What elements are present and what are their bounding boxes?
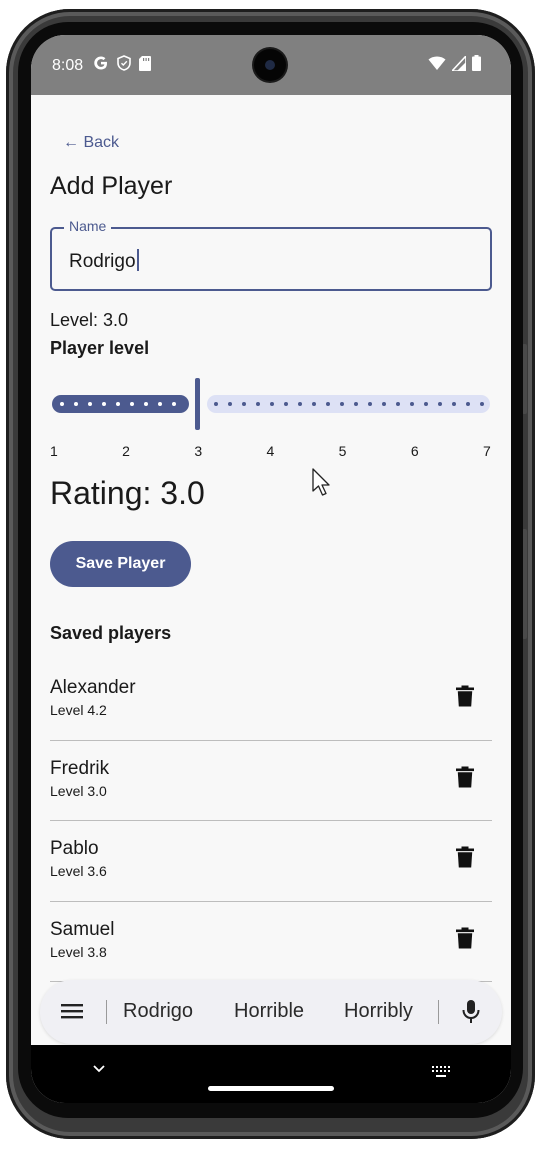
slider-step-dot bbox=[480, 402, 484, 406]
slider-step-dot bbox=[326, 402, 330, 406]
delete-icon[interactable] bbox=[456, 927, 474, 949]
save-player-button[interactable]: Save Player bbox=[50, 541, 191, 587]
add-player-page: ← Back Add Player Name Rodrigo Level: 3.… bbox=[31, 95, 511, 1103]
slider-step-dot bbox=[410, 402, 414, 406]
slider-step-dot bbox=[368, 402, 372, 406]
slider-tick-label: 5 bbox=[338, 443, 347, 459]
player-level-label: Player level bbox=[50, 338, 150, 358]
saved-players-list: Alexander Level 4.2 Fredrik Level 3.0 Pablo L… bbox=[50, 660, 492, 982]
slider-step-dot bbox=[452, 402, 456, 406]
slider-tick-label: 2 bbox=[122, 443, 130, 459]
battery-icon bbox=[472, 55, 481, 71]
saved-players-heading: Saved players bbox=[50, 623, 172, 643]
back-button[interactable]: ← Back bbox=[63, 134, 119, 152]
status-bar: 8:08 bbox=[31, 35, 511, 95]
keyboard-menu-icon[interactable] bbox=[61, 1002, 83, 1020]
player-level: Level 3.0 bbox=[50, 782, 107, 799]
slider-step-dot bbox=[396, 402, 400, 406]
slider-step-dot bbox=[144, 402, 148, 406]
slider-step-dot bbox=[60, 402, 64, 406]
mouse-pointer-icon bbox=[312, 468, 330, 496]
level-readout: Level: 3.0 bbox=[50, 310, 129, 330]
slider-tick-label: 7 bbox=[483, 443, 491, 459]
signal-icon bbox=[452, 55, 466, 71]
slider-step-dot bbox=[298, 402, 302, 406]
suggestion-1[interactable]: Rodrigo bbox=[123, 1000, 193, 1023]
player-level-slider[interactable] bbox=[31, 375, 511, 435]
player-name: Samuel bbox=[50, 918, 115, 940]
player-name: Alexander bbox=[50, 677, 136, 698]
slider-step-dots bbox=[31, 402, 511, 406]
chevron-down-icon[interactable] bbox=[91, 1063, 107, 1073]
front-camera bbox=[254, 49, 286, 81]
slider-step-dot bbox=[88, 402, 92, 406]
player-level: Level 4.2 bbox=[50, 702, 107, 718]
slider-step-dot bbox=[214, 402, 218, 406]
player-name: Fredrik bbox=[50, 757, 110, 779]
screen: 8:08 ← Back Add Player Name Rodrigo Leve… bbox=[31, 35, 511, 1103]
slider-step-dot bbox=[172, 402, 176, 406]
rating-text: Rating: 3.0 bbox=[50, 475, 205, 511]
slider-step-dot bbox=[158, 402, 162, 406]
slider-step-dot bbox=[466, 402, 470, 406]
player-name: Pablo bbox=[50, 838, 99, 859]
player-row: Samuel Level 3.8 bbox=[50, 902, 492, 982]
sd-card-icon bbox=[139, 55, 151, 71]
wifi-icon bbox=[428, 56, 446, 70]
slider-thumb[interactable] bbox=[195, 378, 200, 430]
suggestion-separator bbox=[106, 1000, 107, 1024]
slider-step-dot bbox=[256, 402, 260, 406]
slider-step-dot bbox=[424, 402, 428, 406]
delete-icon[interactable] bbox=[456, 685, 474, 707]
slider-step-dot bbox=[354, 402, 358, 406]
name-field[interactable]: Name Rodrigo bbox=[50, 218, 492, 291]
player-row: Pablo Level 3.6 bbox=[50, 821, 492, 902]
suggestion-2[interactable]: Horrible bbox=[234, 1000, 304, 1023]
slider-step-dot bbox=[340, 402, 344, 406]
home-indicator[interactable] bbox=[208, 1086, 334, 1091]
slider-step-dot bbox=[228, 402, 232, 406]
slider-step-dot bbox=[102, 402, 106, 406]
slider-step-dot bbox=[438, 402, 442, 406]
slider-step-dot bbox=[74, 402, 78, 406]
slider-step-dot bbox=[382, 402, 386, 406]
name-field-label: Name bbox=[64, 218, 112, 234]
slider-tick-label: 3 bbox=[194, 443, 203, 459]
player-level: Level 3.6 bbox=[50, 863, 107, 879]
slider-step-dot bbox=[284, 402, 288, 406]
navigation-bar bbox=[31, 1045, 511, 1103]
player-row: Alexander Level 4.2 bbox=[50, 660, 492, 741]
page-title: Add Player bbox=[50, 172, 173, 200]
shield-icon bbox=[117, 55, 131, 71]
slider-tick-label: 1 bbox=[50, 443, 58, 459]
text-cursor bbox=[136, 249, 139, 271]
slider-step-dot bbox=[242, 402, 246, 406]
suggestion-3[interactable]: Horribly bbox=[344, 1000, 413, 1023]
slider-step-dot bbox=[116, 402, 120, 406]
keyboard-suggestion-bar: Rodrigo Horrible Horribly bbox=[40, 980, 502, 1044]
keyboard-icon[interactable] bbox=[431, 1065, 451, 1079]
delete-icon[interactable] bbox=[456, 846, 474, 868]
player-row: Fredrik Level 3.0 bbox=[50, 741, 492, 821]
name-input-text: Rodrigo bbox=[69, 251, 136, 272]
slider-step-dot bbox=[312, 402, 316, 406]
slider-tick-labels: 1 2 3 4 5 6 7 bbox=[31, 443, 511, 461]
slider-tick-label: 4 bbox=[266, 443, 275, 459]
slider-step-dot bbox=[130, 402, 134, 406]
name-field-value[interactable]: Rodrigo bbox=[69, 249, 139, 273]
suggestion-separator bbox=[438, 1000, 439, 1024]
microphone-icon[interactable] bbox=[460, 999, 482, 1025]
google-icon bbox=[94, 56, 107, 70]
delete-icon[interactable] bbox=[456, 766, 474, 788]
status-time: 8:08 bbox=[52, 57, 84, 74]
slider-step-dot bbox=[270, 402, 274, 406]
player-level: Level 3.8 bbox=[50, 943, 107, 960]
slider-tick-label: 6 bbox=[410, 443, 419, 459]
